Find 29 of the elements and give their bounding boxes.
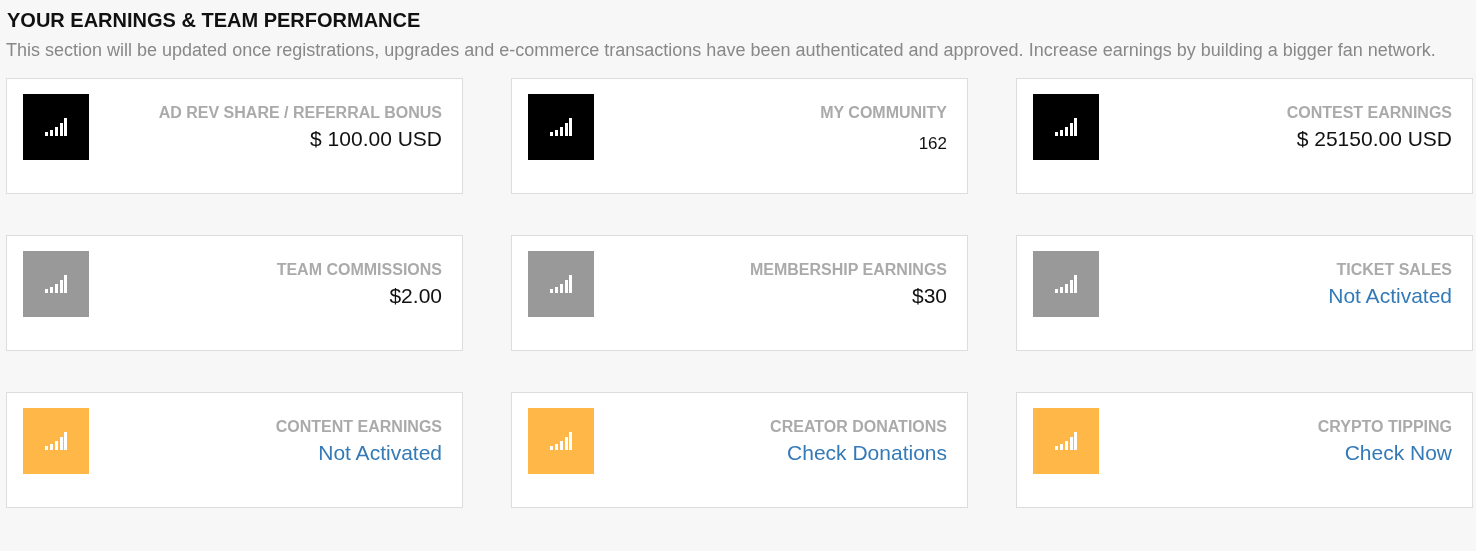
signal-bars-icon	[550, 432, 572, 450]
signal-bars-icon	[550, 275, 572, 293]
card-label: CRYPTO TIPPING	[1317, 417, 1452, 437]
card-label: AD REV SHARE / REFERRAL BONUS	[158, 103, 442, 123]
card-label: MEMBERSHIP EARNINGS	[749, 260, 947, 280]
value-link[interactable]: Not Activated	[318, 440, 442, 466]
value-link[interactable]: Check Donations	[787, 440, 947, 466]
section-title: YOUR EARNINGS & TEAM PERFORMANCE	[7, 8, 422, 32]
amount-value: $ 100.00 USD	[310, 126, 442, 152]
amount-value: $30	[911, 283, 947, 309]
signal-bars-icon	[1055, 275, 1077, 293]
value-link[interactable]: Check Now	[1344, 440, 1452, 466]
amount-value: $ 25150.00 USD	[1296, 126, 1452, 152]
card-label: TEAM COMMISSIONS	[276, 260, 442, 280]
card-label: CONTENT EARNINGS	[275, 417, 442, 437]
card-label: CREATOR DONATIONS	[770, 417, 947, 437]
card-label: CONTEST EARNINGS	[1286, 103, 1452, 123]
count-value: 162	[918, 133, 947, 155]
signal-bars-icon	[550, 118, 572, 136]
value-link[interactable]: Not Activated	[1328, 283, 1452, 309]
card-label: TICKET SALES	[1336, 260, 1452, 280]
amount-value: $2.00	[389, 283, 442, 309]
section-description: This section will be updated once registrations, upgrades and e-commerce transactions have been authenticated and approved. Increase earnings by building a bigger fan network.	[6, 39, 1437, 62]
signal-bars-icon	[45, 275, 67, 293]
signal-bars-icon	[1055, 118, 1077, 136]
signal-bars-icon	[45, 118, 67, 136]
card-label: MY COMMUNITY	[820, 103, 947, 123]
signal-bars-icon	[1055, 432, 1077, 450]
signal-bars-icon	[45, 432, 67, 450]
